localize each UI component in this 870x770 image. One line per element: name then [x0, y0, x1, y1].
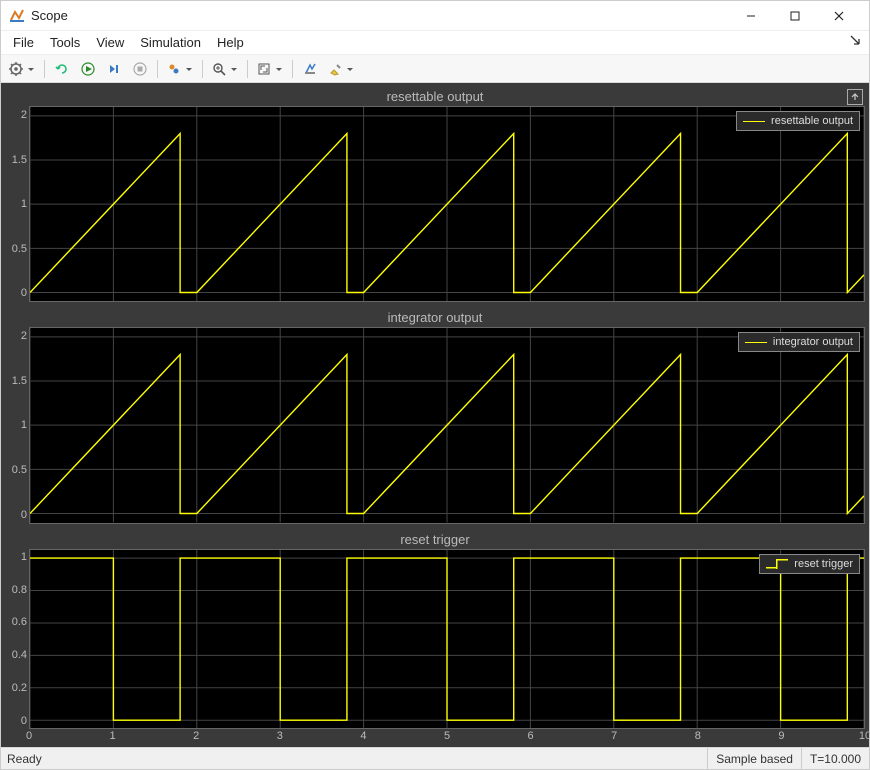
- subplot-2-legend[interactable]: integrator output: [738, 332, 860, 352]
- dock-arrow-icon[interactable]: [849, 34, 861, 49]
- subplot-3-axes[interactable]: reset trigger: [29, 549, 865, 729]
- menu-tools[interactable]: Tools: [42, 32, 88, 53]
- status-ready: Ready: [1, 752, 707, 766]
- subplot-2-title: integrator output: [5, 308, 865, 327]
- subplot-3-title: reset trigger: [5, 530, 865, 549]
- zoom-button[interactable]: [208, 58, 242, 80]
- window-title: Scope: [31, 8, 68, 23]
- menu-help[interactable]: Help: [209, 32, 252, 53]
- maximize-button[interactable]: [773, 1, 817, 31]
- subplot-2-axes[interactable]: integrator output: [29, 327, 865, 523]
- subplot-1-legend[interactable]: resettable output: [736, 111, 860, 131]
- menubar: File Tools View Simulation Help: [1, 31, 869, 55]
- highlight-button[interactable]: [324, 58, 358, 80]
- stop-button[interactable]: [128, 58, 152, 80]
- close-button[interactable]: [817, 1, 861, 31]
- subplot-3-yaxis: 00.20.40.60.81: [5, 549, 29, 729]
- run-button[interactable]: [76, 58, 100, 80]
- legend-step-swatch-icon: [766, 559, 788, 569]
- subplot-2-yaxis: 00.511.52: [5, 327, 29, 523]
- status-time: T=10.000: [801, 748, 869, 769]
- titlebar: Scope: [1, 1, 869, 31]
- toolbar: [1, 55, 869, 83]
- expand-axes-icon[interactable]: [847, 89, 863, 105]
- menu-file[interactable]: File: [5, 32, 42, 53]
- subplot-3: reset trigger 00.20.40.60.81 reset trigg…: [5, 530, 865, 745]
- app-logo-icon: [9, 8, 25, 24]
- cursor-measure-button[interactable]: [298, 58, 322, 80]
- subplot-1-axes[interactable]: resettable output: [29, 106, 865, 302]
- plot-area: resettable output 00.511.52 resettable o…: [1, 83, 869, 747]
- subplot-3-legend[interactable]: reset trigger: [759, 554, 860, 574]
- subplot-1: resettable output 00.511.52 resettable o…: [5, 87, 865, 302]
- legend-swatch-icon: [743, 121, 765, 122]
- autoscale-button[interactable]: [253, 58, 287, 80]
- minimize-button[interactable]: [729, 1, 773, 31]
- subplot-2: integrator output 00.511.52 integrator o…: [5, 308, 865, 523]
- configure-button[interactable]: [5, 58, 39, 80]
- subplot-1-title: resettable output: [5, 87, 865, 106]
- subplot-1-yaxis: 00.511.52: [5, 106, 29, 302]
- legend-label: integrator output: [773, 336, 853, 348]
- shared-xaxis: 012345678910: [5, 729, 865, 745]
- legend-label: resettable output: [771, 115, 853, 127]
- restart-button[interactable]: [50, 58, 74, 80]
- legend-swatch-icon: [745, 342, 767, 343]
- statusbar: Ready Sample based T=10.000: [1, 747, 869, 769]
- legend-label: reset trigger: [794, 558, 853, 570]
- status-mode: Sample based: [707, 748, 801, 769]
- step-forward-button[interactable]: [102, 58, 126, 80]
- menu-simulation[interactable]: Simulation: [132, 32, 209, 53]
- trigger-button[interactable]: [163, 58, 197, 80]
- menu-view[interactable]: View: [88, 32, 132, 53]
